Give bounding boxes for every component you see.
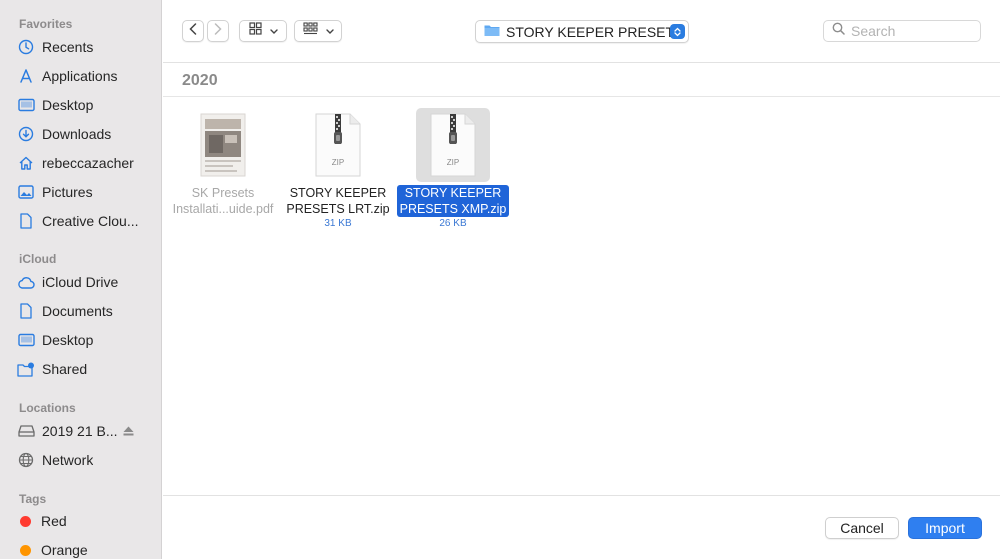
file-name-line1: STORY KEEPER — [289, 186, 387, 200]
forward-button[interactable] — [207, 20, 229, 42]
file-name-line2: Installati...uide.pdf — [172, 202, 274, 216]
sidebar-item-pictures[interactable]: Pictures — [16, 180, 156, 204]
sidebar-item-label: Orange — [41, 542, 88, 558]
sidebar-item-icloud-drive[interactable]: iCloud Drive — [16, 270, 156, 294]
red-tag-icon — [20, 515, 31, 527]
sidebar-section-tags: Tags — [19, 492, 47, 506]
file-size: 31 KB — [324, 218, 352, 229]
zip-file-icon: ZIP — [315, 113, 361, 177]
location-label: STORY KEEPER PRESETS — [506, 23, 684, 40]
sidebar-item-label: Pictures — [42, 184, 93, 200]
sidebar-item-applications[interactable]: Applications — [16, 64, 156, 88]
group-header: 2020 — [163, 64, 1000, 97]
file-name-line2: PRESETS LRT.zip — [286, 202, 390, 216]
file-thumbnail — [186, 108, 260, 182]
location-popup[interactable]: STORY KEEPER PRESETS — [475, 20, 689, 43]
import-button[interactable]: Import — [908, 517, 982, 539]
sidebar-item-network[interactable]: Network — [16, 448, 156, 472]
sidebar-item-label: Applications — [42, 68, 118, 84]
file-name-line1: SK Presets — [191, 186, 255, 200]
sidebar-item-label: Shared — [42, 361, 88, 377]
applications-icon — [16, 66, 36, 86]
document-icon — [16, 301, 36, 321]
file-thumbnail: ZIP — [301, 108, 375, 182]
sidebar-item-label: Network — [42, 452, 94, 468]
sidebar-item-label: iCloud Drive — [42, 274, 119, 290]
document-icon — [16, 211, 36, 231]
search-field[interactable] — [823, 20, 981, 42]
file-browser: 2020 SK Presets Installati...uide.pdf ZI… — [163, 64, 1000, 495]
chevron-right-icon — [214, 22, 222, 40]
file-thumbnail-selected: ZIP — [416, 108, 490, 182]
sidebar-item-label: Desktop — [42, 97, 94, 113]
sidebar: Favorites Recents Applications Desktop D… — [0, 0, 162, 559]
sidebar-section-icloud: iCloud — [19, 252, 57, 266]
download-icon — [16, 124, 36, 144]
sidebar-item-creative-cloud[interactable]: Creative Clou... — [16, 209, 156, 233]
search-input[interactable] — [851, 23, 971, 39]
orange-tag-icon — [20, 544, 31, 556]
cancel-button[interactable]: Cancel — [825, 517, 899, 539]
chevron-down-icon — [325, 22, 334, 40]
sidebar-item-shared[interactable]: Shared — [16, 357, 156, 381]
chevron-down-icon — [269, 22, 278, 40]
sidebar-section-locations: Locations — [19, 401, 76, 415]
dialog-footer: Cancel Import — [163, 495, 1000, 559]
sidebar-item-tag-red[interactable]: Red — [16, 509, 156, 533]
pdf-thumbnail-icon — [200, 113, 246, 177]
chevron-left-icon — [189, 22, 197, 40]
group-by-button[interactable] — [294, 20, 342, 42]
pictures-icon — [16, 182, 36, 202]
sidebar-item-icloud-desktop[interactable]: Desktop — [16, 328, 156, 352]
file-name-line2: PRESETS XMP.zip — [399, 202, 507, 216]
folder-icon — [484, 24, 500, 40]
shared-folder-icon — [16, 359, 36, 379]
home-icon — [16, 153, 36, 173]
sidebar-item-home[interactable]: rebeccazacher — [16, 151, 156, 175]
sidebar-item-label: Documents — [42, 303, 113, 319]
zip-file-icon: ZIP — [430, 113, 476, 177]
clock-icon — [16, 37, 36, 57]
updown-stepper-icon — [670, 24, 685, 39]
toolbar: STORY KEEPER PRESETS — [163, 0, 1000, 63]
back-button[interactable] — [182, 20, 204, 42]
sidebar-item-label: 2019 21 B... — [42, 423, 118, 439]
file-name: STORY KEEPER PRESETS LRT.zip — [283, 185, 392, 217]
sidebar-item-recents[interactable]: Recents — [16, 35, 156, 59]
zip-badge: ZIP — [332, 158, 344, 167]
sidebar-item-drive[interactable]: 2019 21 B... — [16, 419, 156, 443]
file-item-lrt-zip[interactable]: ZIP STORY KEEPER PRESETS LRT.zip 31 KB — [278, 108, 398, 229]
sidebar-item-label: Creative Clou... — [42, 213, 139, 229]
search-icon — [832, 22, 845, 40]
file-item-pdf[interactable]: SK Presets Installati...uide.pdf — [163, 108, 283, 217]
desktop-icon — [16, 330, 36, 350]
view-mode-button[interactable] — [239, 20, 287, 42]
sidebar-item-tag-orange[interactable]: Orange — [16, 538, 156, 559]
desktop-icon — [16, 95, 36, 115]
sidebar-item-label: Desktop — [42, 332, 94, 348]
sidebar-item-label: rebeccazacher — [42, 155, 134, 171]
sidebar-item-label: Recents — [42, 39, 94, 55]
file-item-xmp-zip[interactable]: ZIP STORY KEEPER PRESETS XMP.zip 26 KB — [393, 108, 513, 229]
file-name: SK Presets Installati...uide.pdf — [170, 185, 277, 217]
file-size: 26 KB — [439, 218, 467, 229]
file-name-line1: STORY KEEPER — [404, 186, 502, 200]
sidebar-item-documents[interactable]: Documents — [16, 299, 156, 323]
cloud-icon — [16, 272, 36, 292]
group-grid-icon — [302, 22, 318, 40]
sidebar-item-desktop[interactable]: Desktop — [16, 93, 156, 117]
file-name-selected: STORY KEEPER PRESETS XMP.zip — [396, 185, 510, 217]
zip-badge: ZIP — [447, 158, 459, 167]
eject-icon[interactable] — [123, 423, 134, 439]
sidebar-item-downloads[interactable]: Downloads — [16, 122, 156, 146]
sidebar-section-favorites: Favorites — [19, 17, 73, 31]
network-icon — [16, 450, 36, 470]
drive-icon — [16, 421, 36, 441]
icon-view-icon — [248, 22, 262, 40]
sidebar-item-label: Downloads — [42, 126, 112, 142]
sidebar-item-label: Red — [41, 513, 67, 529]
